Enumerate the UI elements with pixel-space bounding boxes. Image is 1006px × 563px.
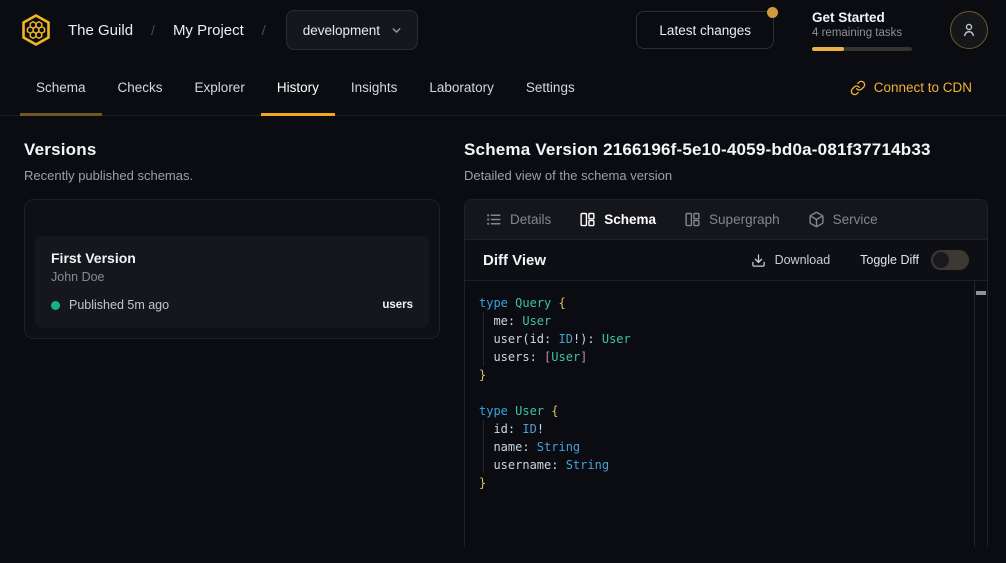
code-line: } (479, 474, 960, 492)
published-status-dot (51, 301, 60, 310)
scrollbar-thumb[interactable] (976, 291, 986, 295)
tab-schema-view-label: Schema (604, 212, 656, 227)
versions-panel: Versions Recently published schemas. Fir… (24, 140, 440, 547)
user-icon (960, 21, 978, 39)
tab-schema[interactable]: Schema (20, 60, 102, 115)
get-started-widget[interactable]: Get Started 4 remaining tasks (812, 10, 912, 51)
tab-supergraph-label: Supergraph (709, 212, 780, 227)
version-title: First Version (51, 250, 413, 266)
code-line (479, 384, 960, 402)
tab-settings[interactable]: Settings (510, 60, 591, 115)
tab-explorer[interactable]: Explorer (179, 60, 261, 115)
tab-supergraph[interactable]: Supergraph (670, 200, 794, 239)
get-started-subtitle: 4 remaining tasks (812, 27, 912, 39)
code-line: name: String (479, 438, 960, 456)
connect-cdn-link[interactable]: Connect to CDN (850, 60, 972, 115)
tab-insights[interactable]: Insights (335, 60, 414, 115)
chevron-down-icon (390, 24, 403, 37)
schema-version-subtitle: Detailed view of the schema version (464, 168, 988, 183)
schema-code-area: type Query { me: User user(id: ID!): Use… (465, 281, 987, 547)
latest-changes-button[interactable]: Latest changes (636, 11, 774, 49)
main-nav: Schema Checks Explorer History Insights … (0, 60, 1006, 116)
versions-title: Versions (24, 140, 440, 160)
code-line: type User { (479, 402, 960, 420)
detail-tabs: Details Schema (465, 200, 987, 240)
schema-detail-card: Details Schema (464, 199, 988, 547)
tab-laboratory[interactable]: Laboratory (413, 60, 510, 115)
code-scrollbar[interactable] (974, 281, 987, 547)
download-button[interactable]: Download (751, 253, 831, 268)
code-line: username: String (479, 456, 960, 474)
code-line: user(id: ID!): User (479, 330, 960, 348)
columns-icon (684, 211, 701, 228)
guild-logo-icon[interactable] (18, 12, 54, 48)
breadcrumb-separator: / (262, 22, 266, 38)
versions-subtitle: Recently published schemas. (24, 168, 440, 183)
tab-details-label: Details (510, 212, 551, 227)
diff-view-header: Diff View Download Toggle D (465, 240, 987, 281)
columns-icon (579, 211, 596, 228)
tab-service[interactable]: Service (794, 200, 892, 239)
link-icon (850, 80, 866, 96)
toggle-diff-switch[interactable] (931, 250, 969, 270)
download-label: Download (775, 253, 831, 267)
org-link[interactable]: The Guild (68, 22, 133, 39)
tab-history[interactable]: History (261, 60, 335, 115)
breadcrumb: The Guild / My Project / (68, 22, 266, 39)
target-selector-value: development (303, 23, 380, 38)
tab-schema-view[interactable]: Schema (565, 200, 670, 239)
connect-cdn-label: Connect to CDN (874, 80, 972, 95)
tab-checks[interactable]: Checks (102, 60, 179, 115)
version-card[interactable]: First Version John Doe Published 5m ago … (35, 236, 429, 328)
app-header: The Guild / My Project / development Lat… (0, 0, 1006, 60)
tab-details[interactable]: Details (471, 200, 565, 239)
code-line: me: User (479, 312, 960, 330)
code-line: users: [User] (479, 348, 960, 366)
get-started-progress (812, 47, 912, 51)
main-content: Versions Recently published schemas. Fir… (0, 116, 1006, 547)
version-service-badge: users (382, 299, 413, 311)
tab-service-label: Service (833, 212, 878, 227)
toggle-diff-label: Toggle Diff (860, 253, 919, 267)
target-selector[interactable]: development (286, 10, 418, 50)
cube-icon (808, 211, 825, 228)
code-line: type Query { (479, 294, 960, 312)
get-started-title: Get Started (812, 10, 912, 25)
list-icon (485, 211, 502, 228)
version-author: John Doe (51, 270, 413, 284)
version-status: Published 5m ago (69, 298, 169, 312)
diff-view-title: Diff View (483, 252, 546, 269)
code-block[interactable]: type Query { me: User user(id: ID!): Use… (465, 281, 974, 547)
versions-list-card: First Version John Doe Published 5m ago … (24, 199, 440, 339)
get-started-progress-fill (812, 47, 844, 51)
breadcrumb-separator: / (151, 22, 155, 38)
latest-changes-label: Latest changes (659, 23, 751, 38)
notification-dot (767, 7, 778, 18)
switch-knob (933, 252, 949, 268)
schema-version-panel: Schema Version 2166196f-5e10-4059-bd0a-0… (464, 140, 988, 547)
code-line: id: ID! (479, 420, 960, 438)
project-link[interactable]: My Project (173, 22, 244, 39)
code-line: } (479, 366, 960, 384)
schema-version-title: Schema Version 2166196f-5e10-4059-bd0a-0… (464, 140, 988, 160)
avatar-button[interactable] (950, 11, 988, 49)
download-icon (751, 253, 766, 268)
